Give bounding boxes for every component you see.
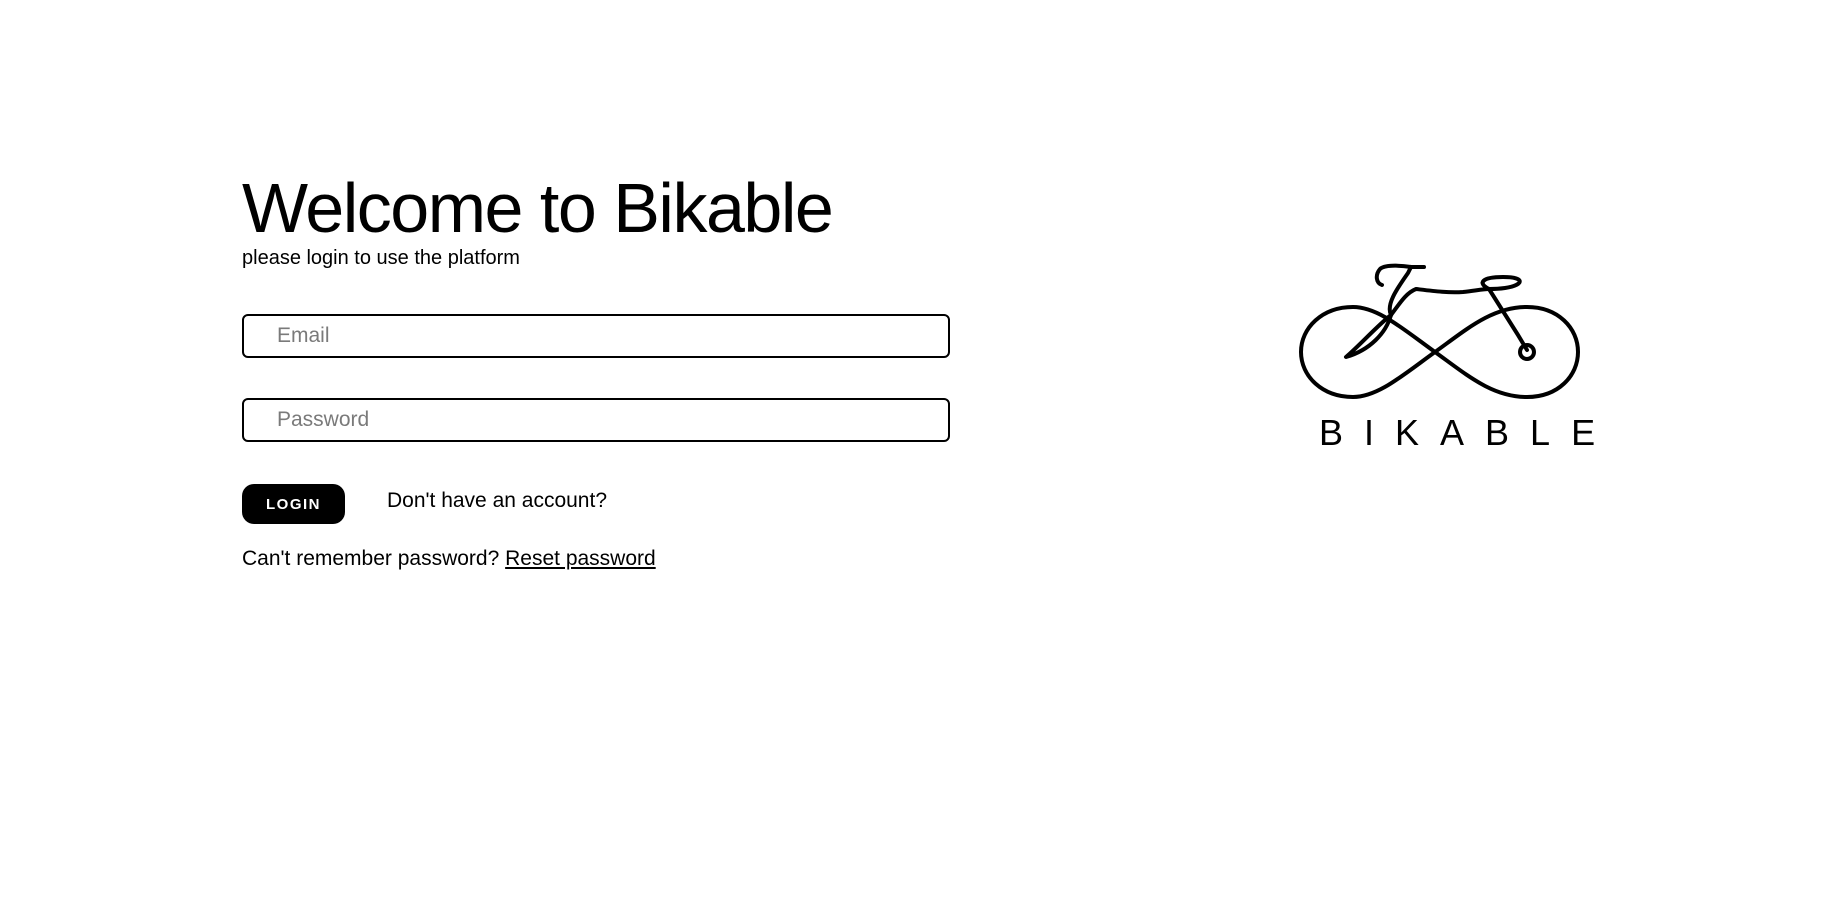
login-button[interactable]: LOGIN: [242, 484, 345, 524]
logo-text: BIKABLE: [1319, 412, 1617, 453]
login-panel: Welcome to Bikable please login to use t…: [242, 170, 952, 572]
reset-password-row: Can't remember password? Reset password: [242, 546, 952, 572]
bicycle-infinity-icon: [1299, 263, 1580, 399]
actions-row: LOGIN Don't have an account?: [242, 484, 952, 524]
signup-link[interactable]: Don't have an account?: [387, 489, 607, 513]
password-field[interactable]: [242, 398, 950, 442]
page-title: Welcome to Bikable: [242, 169, 834, 247]
login-page: Welcome to Bikable please login to use t…: [0, 0, 1836, 922]
page-subtitle: please login to use the platform: [242, 247, 520, 269]
reset-password-prompt: Can't remember password?: [242, 547, 500, 570]
reset-password-link[interactable]: Reset password: [505, 547, 656, 570]
email-field[interactable]: [242, 314, 950, 358]
bikable-logo: BIKABLE: [1298, 255, 1617, 455]
